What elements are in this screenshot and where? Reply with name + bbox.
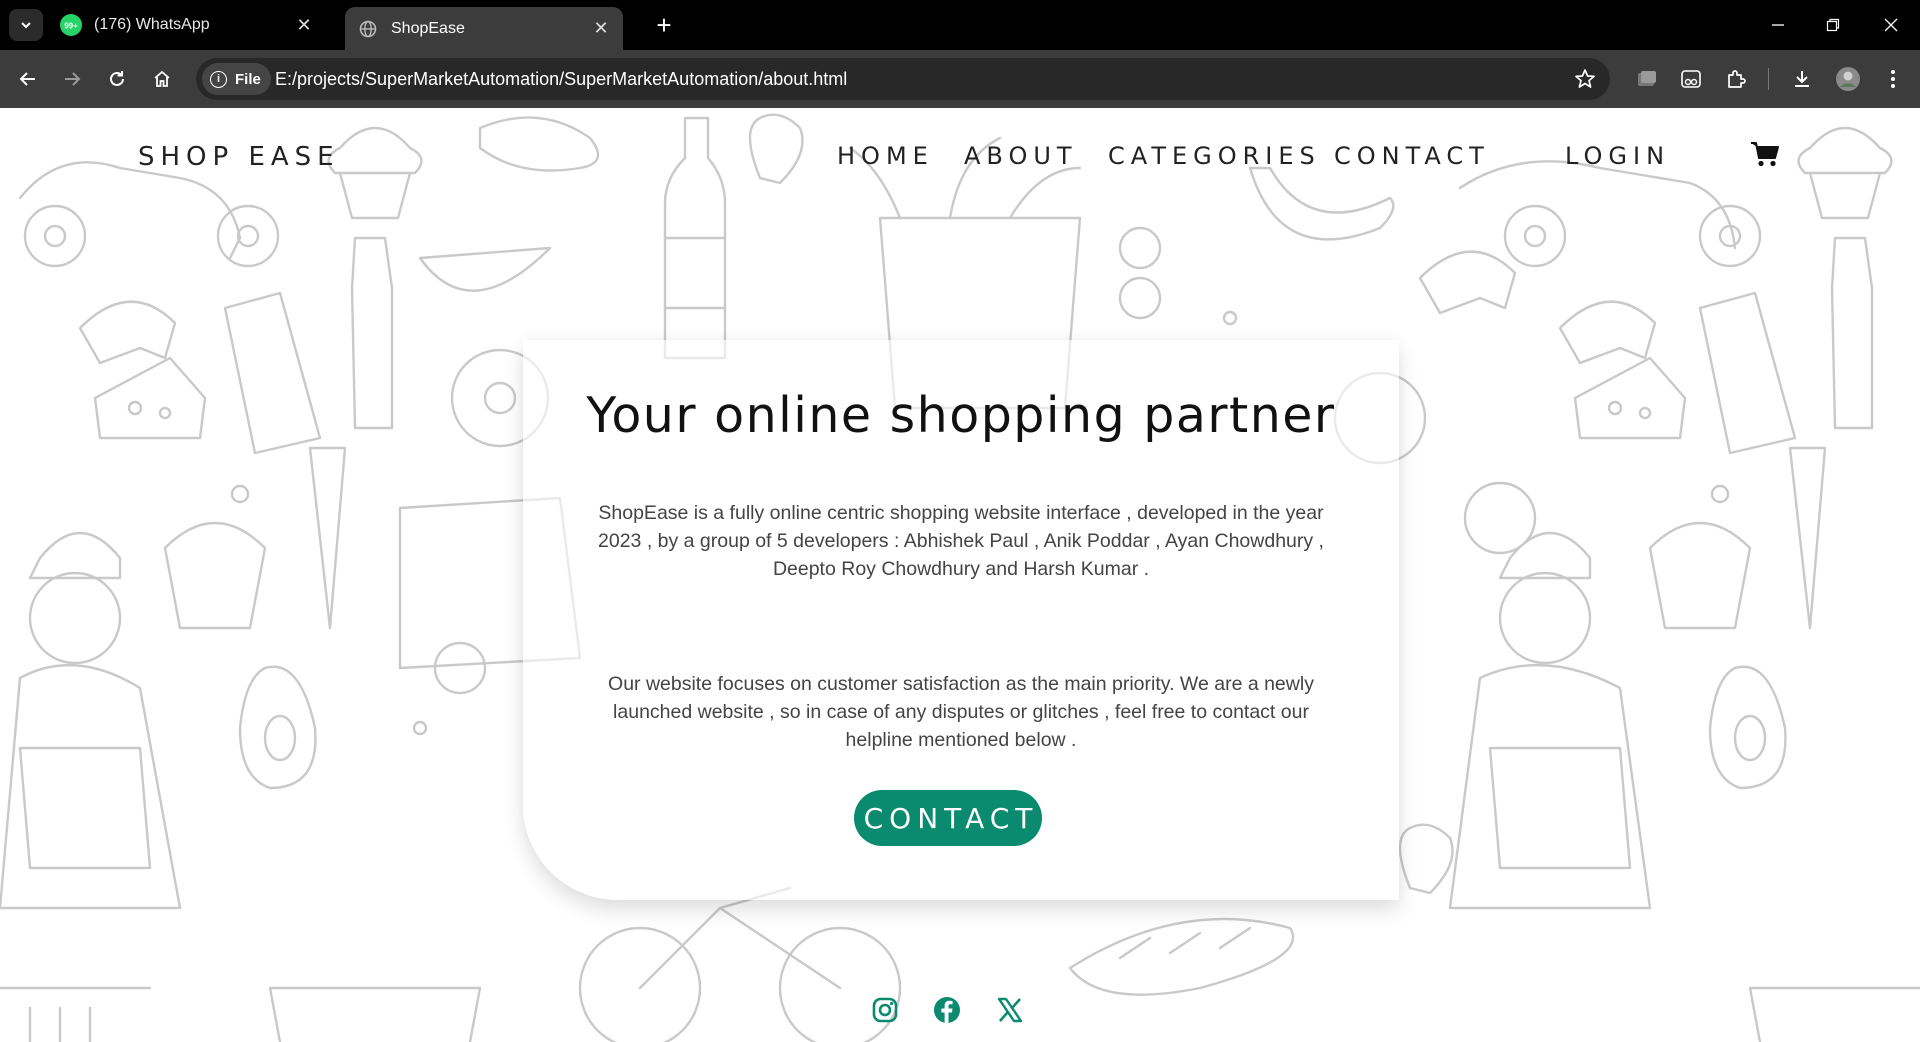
nav-categories[interactable]: CATEGORIES [1108, 142, 1321, 170]
x-icon[interactable] [995, 995, 1025, 1025]
nav-login[interactable]: LOGIN [1565, 142, 1670, 170]
about-paragraph-1: ShopEase is a fully online centric shopp… [598, 502, 1324, 580]
downloads-button[interactable] [1787, 64, 1817, 94]
toolbar-divider [1768, 68, 1769, 90]
reload-button[interactable] [102, 64, 132, 94]
globe-icon [357, 18, 379, 40]
cart-icon[interactable] [1750, 140, 1780, 168]
site-info-chip[interactable]: i File [202, 63, 271, 95]
puzzle-icon [1728, 70, 1746, 88]
forward-button[interactable] [57, 64, 87, 94]
menu-button[interactable] [1878, 64, 1908, 94]
tab-title: (176) WhatsApp [94, 16, 210, 33]
contact-button[interactable]: CONTACT [854, 790, 1042, 846]
chevron-down-icon [21, 22, 31, 29]
close-icon [1884, 18, 1898, 32]
tab-title: ShopEase [391, 19, 465, 37]
about-paragraph-2: Our website focuses on customer satisfac… [608, 673, 1314, 751]
arrow-right-icon [65, 72, 81, 86]
brand-logo[interactable]: SHOP EASE [138, 142, 340, 172]
tab-search-button[interactable] [9, 9, 43, 41]
glasses-icon [1681, 70, 1701, 88]
minimize-button[interactable] [1758, 10, 1798, 40]
download-icon [1795, 71, 1809, 87]
instagram-icon[interactable] [870, 995, 900, 1025]
arrow-left-icon [19, 72, 35, 86]
tab-whatsapp[interactable]: 99+ (176) WhatsApp ✕ [48, 7, 326, 43]
extension-button[interactable] [1632, 64, 1662, 94]
new-tab-button[interactable]: + [650, 10, 678, 40]
close-icon[interactable]: ✕ [294, 15, 314, 35]
tab-shopease[interactable]: ShopEase ✕ [345, 7, 623, 50]
reload-icon [110, 71, 124, 86]
nav-about[interactable]: ABOUT [964, 142, 1078, 170]
url-text[interactable]: E:/projects/SuperMarketAutomation/SuperM… [275, 69, 847, 90]
whatsapp-icon: 99+ [60, 14, 82, 36]
extensions-button[interactable] [1721, 64, 1751, 94]
star-icon[interactable] [1574, 68, 1596, 90]
more-vertical-icon [1891, 70, 1895, 88]
avatar [1836, 67, 1860, 91]
about-card: Your online shopping partner ShopEase is… [523, 340, 1399, 900]
home-button[interactable] [147, 64, 177, 94]
about-title: Your online shopping partner [586, 387, 1336, 444]
restore-button[interactable] [1813, 10, 1853, 40]
info-icon: i [210, 70, 227, 88]
page-viewport: SHOP EASE HOME ABOUT CATEGORIES CONTACT … [0, 108, 1920, 1042]
restore-icon [1826, 18, 1840, 32]
back-button[interactable] [13, 64, 43, 94]
browser-tab-bar: 99+ (176) WhatsApp ✕ ShopEase ✕ + [0, 0, 1920, 50]
scheme-label: File [235, 70, 261, 88]
svg-text:99+: 99+ [64, 22, 78, 31]
facebook-icon[interactable] [932, 995, 962, 1025]
close-window-button[interactable] [1871, 10, 1911, 40]
minimize-icon [1772, 24, 1784, 26]
reading-mode-button[interactable] [1676, 64, 1706, 94]
close-icon[interactable]: ✕ [591, 18, 611, 39]
media-icon [1638, 71, 1656, 86]
nav-home[interactable]: HOME [837, 142, 934, 170]
profile-button[interactable] [1833, 64, 1863, 94]
address-bar[interactable]: i File E:/projects/SuperMarketAutomation… [196, 58, 1610, 100]
browser-toolbar: i File E:/projects/SuperMarketAutomation… [0, 50, 1920, 108]
nav-contact[interactable]: CONTACT [1334, 142, 1490, 170]
home-icon [154, 70, 170, 87]
